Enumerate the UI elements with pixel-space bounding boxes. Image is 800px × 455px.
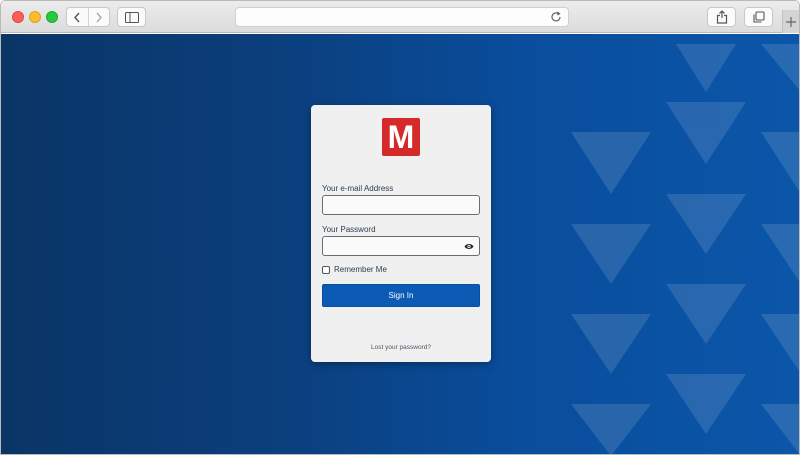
login-card: M Your e-mail Address Your Password Reme…	[311, 105, 491, 362]
close-window-button[interactable]	[12, 11, 24, 23]
share-button[interactable]	[707, 7, 736, 27]
show-tabs-button[interactable]	[744, 7, 773, 27]
forward-button[interactable]	[87, 8, 109, 26]
back-button[interactable]	[67, 8, 88, 26]
browser-toolbar	[1, 1, 799, 33]
new-tab-button[interactable]	[782, 10, 799, 33]
logo-letter: M	[387, 119, 415, 155]
reload-icon[interactable]	[550, 11, 562, 23]
share-icon	[716, 10, 727, 24]
browser-window: M Your e-mail Address Your Password Reme…	[0, 0, 800, 455]
page-content: M Your e-mail Address Your Password Reme…	[1, 34, 799, 454]
password-field[interactable]	[322, 236, 480, 256]
remember-me-label[interactable]: Remember Me	[334, 265, 387, 274]
tabs-icon	[752, 11, 765, 23]
brand-logo: M	[382, 118, 420, 156]
chevron-left-icon	[74, 12, 81, 22]
minimize-window-button[interactable]	[29, 11, 41, 23]
plus-icon	[786, 16, 796, 27]
zoom-window-button[interactable]	[46, 11, 58, 23]
chevron-right-icon	[96, 12, 102, 22]
background-pattern	[571, 44, 799, 454]
email-field[interactable]	[322, 195, 480, 215]
lost-password-link[interactable]: Lost your password?	[311, 344, 491, 351]
remember-me-checkbox[interactable]	[322, 266, 330, 274]
sidebar-icon	[124, 11, 139, 23]
eye-icon[interactable]	[464, 243, 474, 250]
sidebar-toggle-button[interactable]	[117, 7, 146, 27]
address-bar[interactable]	[235, 7, 569, 27]
navigation-buttons	[66, 7, 110, 27]
password-label: Your Password	[322, 225, 376, 234]
email-label: Your e-mail Address	[322, 184, 394, 193]
sign-in-button[interactable]: Sign In	[322, 284, 480, 307]
